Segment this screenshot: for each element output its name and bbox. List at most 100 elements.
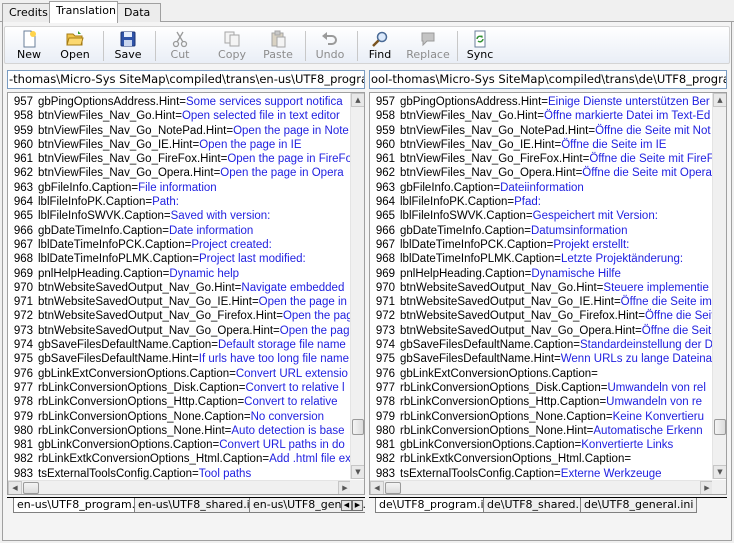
editor-line[interactable]: 982 rbLinkExtkConversionOptions_Html.Capt… — [8, 452, 351, 466]
editor-line[interactable]: 968 lblDateTimeInfoPLMK.Caption=Letzte Pr… — [370, 252, 713, 266]
sync-button[interactable]: Sync — [463, 28, 497, 64]
editor-line[interactable]: 981 gbLinkConversionOptions.Caption=Konve… — [370, 438, 713, 452]
editor-line[interactable]: 970 btnWebsiteSavedOutput_Nav_Go.Hint=Nav… — [8, 281, 351, 295]
editor-line[interactable]: 957 gbPingOptionsAddress.Hint=Einige Dien… — [370, 95, 713, 109]
save-button[interactable]: Save — [109, 28, 147, 64]
ini-value: Einige Dienste unterstützen Ber — [548, 96, 710, 108]
tab-scroll-right-icon[interactable]: ▶ — [352, 500, 363, 511]
editor-line[interactable]: 969 pnlHelpHeading.Caption=Dynamische Hil… — [370, 267, 713, 281]
tab-scroll-left-icon[interactable]: ◀ — [341, 500, 352, 511]
ini-key: gbDateTimeInfo.Caption= — [38, 224, 169, 237]
save-label: Save — [114, 48, 142, 61]
scroll-down-icon[interactable]: ▼ — [713, 465, 726, 479]
ini-value: Öffne die Seit — [644, 310, 713, 323]
scroll-down-icon[interactable]: ▼ — [351, 465, 364, 479]
editor-line[interactable]: 965 lblFileInfoSWVK.Caption=Saved with ve… — [8, 209, 351, 223]
editor-line[interactable]: 962 btnViewFiles_Nav_Go_Opera.Hint=Open t… — [8, 166, 351, 180]
editor-line[interactable]: 979 rbLinkConversionOptions_None.Caption=… — [8, 410, 351, 424]
editor-line[interactable]: 964 lblFileInfoPK.Caption=Pfad: — [370, 195, 713, 209]
editor-line[interactable]: 981 gbLinkConversionOptions.Caption=Conve… — [8, 438, 351, 452]
editor-line[interactable]: 983 tsExternalToolsConfig.Caption=Externe… — [370, 467, 713, 481]
horizontal-scroll-thumb[interactable] — [23, 482, 39, 494]
editor-line[interactable]: 974 gbSaveFilesDefaultName.Caption=Defaul… — [8, 338, 351, 352]
editor-line[interactable]: 964 lblFileInfoPK.Caption=Path: — [8, 195, 351, 209]
editor-line[interactable]: 962 btnViewFiles_Nav_Go_Opera.Hint=Öffne … — [370, 166, 713, 180]
editor-line[interactable]: 976 gbLinkExtConversionOptions.Caption=Co… — [8, 367, 351, 381]
file-tab-en-us-shared[interactable]: en-us\UTF8_shared.ini — [134, 498, 264, 513]
undo-button[interactable]: Undo — [311, 28, 349, 64]
scroll-left-icon[interactable]: ◀ — [8, 481, 22, 494]
line-number: 961 — [375, 153, 395, 166]
cut-button[interactable]: Cut — [163, 28, 197, 64]
editor-line[interactable]: 958 btnViewFiles_Nav_Go.Hint=Open selecte… — [8, 109, 351, 123]
horizontal-scroll-thumb[interactable] — [385, 482, 401, 494]
source-horizontal-scrollbar[interactable]: ◀ ▶ — [8, 480, 352, 494]
target-vertical-scrollbar[interactable]: ▲ ▼ — [712, 93, 726, 479]
paste-button[interactable]: Paste — [259, 28, 297, 64]
editor-line[interactable]: 963 gbFileInfo.Caption=File information — [8, 181, 351, 195]
editor-line[interactable]: 961 btnViewFiles_Nav_Go_FireFox.Hint=Öffn… — [370, 152, 713, 166]
editor-line[interactable]: 972 btnWebsiteSavedOutput_Nav_Go_Firefox.… — [8, 309, 351, 323]
find-button[interactable]: Find — [363, 28, 397, 64]
editor-line[interactable]: 975 gbSaveFilesDefaultName.Hint=If urls h… — [8, 352, 351, 366]
editor-line[interactable]: 967 lblDateTimeInfoPCK.Caption=Projekt er… — [370, 238, 713, 252]
replace-button[interactable]: Replace — [405, 28, 451, 64]
tab-credits[interactable]: Credits — [2, 3, 50, 22]
editor-line[interactable]: 975 gbSaveFilesDefaultName.Hint=Wenn URLs… — [370, 352, 713, 366]
scroll-up-icon[interactable]: ▲ — [351, 93, 364, 107]
vertical-scroll-thumb[interactable] — [352, 419, 364, 435]
editor-line[interactable]: 970 btnWebsiteSavedOutput_Nav_Go.Hint=Ste… — [370, 281, 713, 295]
source-vertical-scrollbar[interactable]: ▲ ▼ — [350, 93, 364, 479]
line-number: 964 — [13, 196, 33, 209]
editor-line[interactable]: 959 btnViewFiles_Nav_Go_NotePad.Hint=Open… — [8, 124, 351, 138]
editor-line[interactable]: 982 rbLinkExtkConversionOptions_Html.Capt… — [370, 452, 713, 466]
editor-line[interactable]: 959 btnViewFiles_Nav_Go_NotePad.Hint=Öffn… — [370, 124, 713, 138]
editor-line[interactable]: 965 lblFileInfoSWVK.Caption=Gespeichert m… — [370, 209, 713, 223]
editor-line[interactable]: 978 rbLinkConversionOptions_Http.Caption=… — [8, 395, 351, 409]
open-button[interactable]: Open — [55, 28, 95, 64]
editor-line[interactable]: 966 gbDateTimeInfo.Caption=Date informati… — [8, 224, 351, 238]
editor-line[interactable]: 969 pnlHelpHeading.Caption=Dynamic help — [8, 267, 351, 281]
tab-data[interactable]: Data — [117, 3, 161, 22]
file-tab-de-general[interactable]: de\UTF8_general.ini — [580, 498, 698, 513]
target-horizontal-scrollbar[interactable]: ◀ ▶ — [370, 480, 714, 494]
scroll-up-icon[interactable]: ▲ — [713, 93, 726, 107]
editor-line[interactable]: 968 lblDateTimeInfoPLMK.Caption=Project l… — [8, 252, 351, 266]
editor-line[interactable]: 980 rbLinkConversionOptions_None.Hint=Aut… — [8, 424, 351, 438]
scroll-left-icon[interactable]: ◀ — [370, 481, 384, 494]
editor-line[interactable]: 971 btnWebsiteSavedOutput_Nav_Go_IE.Hint=… — [8, 295, 351, 309]
ini-key: rbLinkConversionOptions_None.Caption= — [38, 410, 251, 423]
editor-line[interactable]: 972 btnWebsiteSavedOutput_Nav_Go_Firefox.… — [370, 309, 713, 323]
file-tab-de-program[interactable]: de\UTF8_program.ini — [375, 498, 498, 513]
line-number: 957 — [375, 96, 395, 108]
editor-line[interactable]: 963 gbFileInfo.Caption=Dateiinformation — [370, 181, 713, 195]
editor-line[interactable]: 977 rbLinkConversionOptions_Disk.Caption=… — [370, 381, 713, 395]
editor-line[interactable]: 957 gbPingOptionsAddress.Hint=Some servic… — [8, 95, 351, 109]
tab-translation[interactable]: Translation — [49, 1, 118, 23]
line-number: 968 — [13, 253, 33, 266]
editor-line[interactable]: 973 btnWebsiteSavedOutput_Nav_Go_Opera.Hi… — [8, 324, 351, 338]
source-path-field[interactable]: -thomas\Micro-Sys SiteMap\compiled\trans… — [7, 70, 365, 89]
copy-button[interactable]: Copy — [213, 28, 251, 64]
file-tab-en-us-program[interactable]: en-us\UTF8_program.ini — [13, 498, 153, 513]
editor-line[interactable]: 976 gbLinkExtConversionOptions.Caption= — [370, 367, 713, 381]
editor-line[interactable]: 978 rbLinkConversionOptions_Http.Caption=… — [370, 395, 713, 409]
editor-line[interactable]: 966 gbDateTimeInfo.Caption=Datumsinformat… — [370, 224, 713, 238]
editor-line[interactable]: 960 btnViewFiles_Nav_Go_IE.Hint=Open the … — [8, 138, 351, 152]
editor-line[interactable]: 977 rbLinkConversionOptions_Disk.Caption=… — [8, 381, 351, 395]
target-editor[interactable]: 957 gbPingOptionsAddress.Hint=Einige Dien… — [369, 92, 727, 495]
editor-line[interactable]: 983 tsExternalToolsConfig.Caption=Tool pa… — [8, 467, 351, 481]
editor-line[interactable]: 973 btnWebsiteSavedOutput_Nav_Go_Opera.Hi… — [370, 324, 713, 338]
target-path-field[interactable]: ool-thomas\Micro-Sys SiteMap\compiled\tr… — [369, 70, 727, 89]
editor-line[interactable]: 971 btnWebsiteSavedOutput_Nav_Go_IE.Hint=… — [370, 295, 713, 309]
editor-line[interactable]: 961 btnViewFiles_Nav_Go_FireFox.Hint=Open… — [8, 152, 351, 166]
editor-line[interactable]: 967 lblDateTimeInfoPCK.Caption=Project cr… — [8, 238, 351, 252]
editor-line[interactable]: 979 rbLinkConversionOptions_None.Caption=… — [370, 410, 713, 424]
source-editor[interactable]: 957 gbPingOptionsAddress.Hint=Some servic… — [7, 92, 365, 495]
editor-line[interactable]: 958 btnViewFiles_Nav_Go.Hint=Öffne markie… — [370, 109, 713, 123]
vertical-scroll-thumb[interactable] — [714, 419, 726, 435]
editor-line[interactable]: 974 gbSaveFilesDefaultName.Caption=Standa… — [370, 338, 713, 352]
new-button[interactable]: New — [11, 28, 47, 64]
editor-line[interactable]: 960 btnViewFiles_Nav_Go_IE.Hint=Öffne die… — [370, 138, 713, 152]
editor-line[interactable]: 980 rbLinkConversionOptions_None.Hint=Aut… — [370, 424, 713, 438]
